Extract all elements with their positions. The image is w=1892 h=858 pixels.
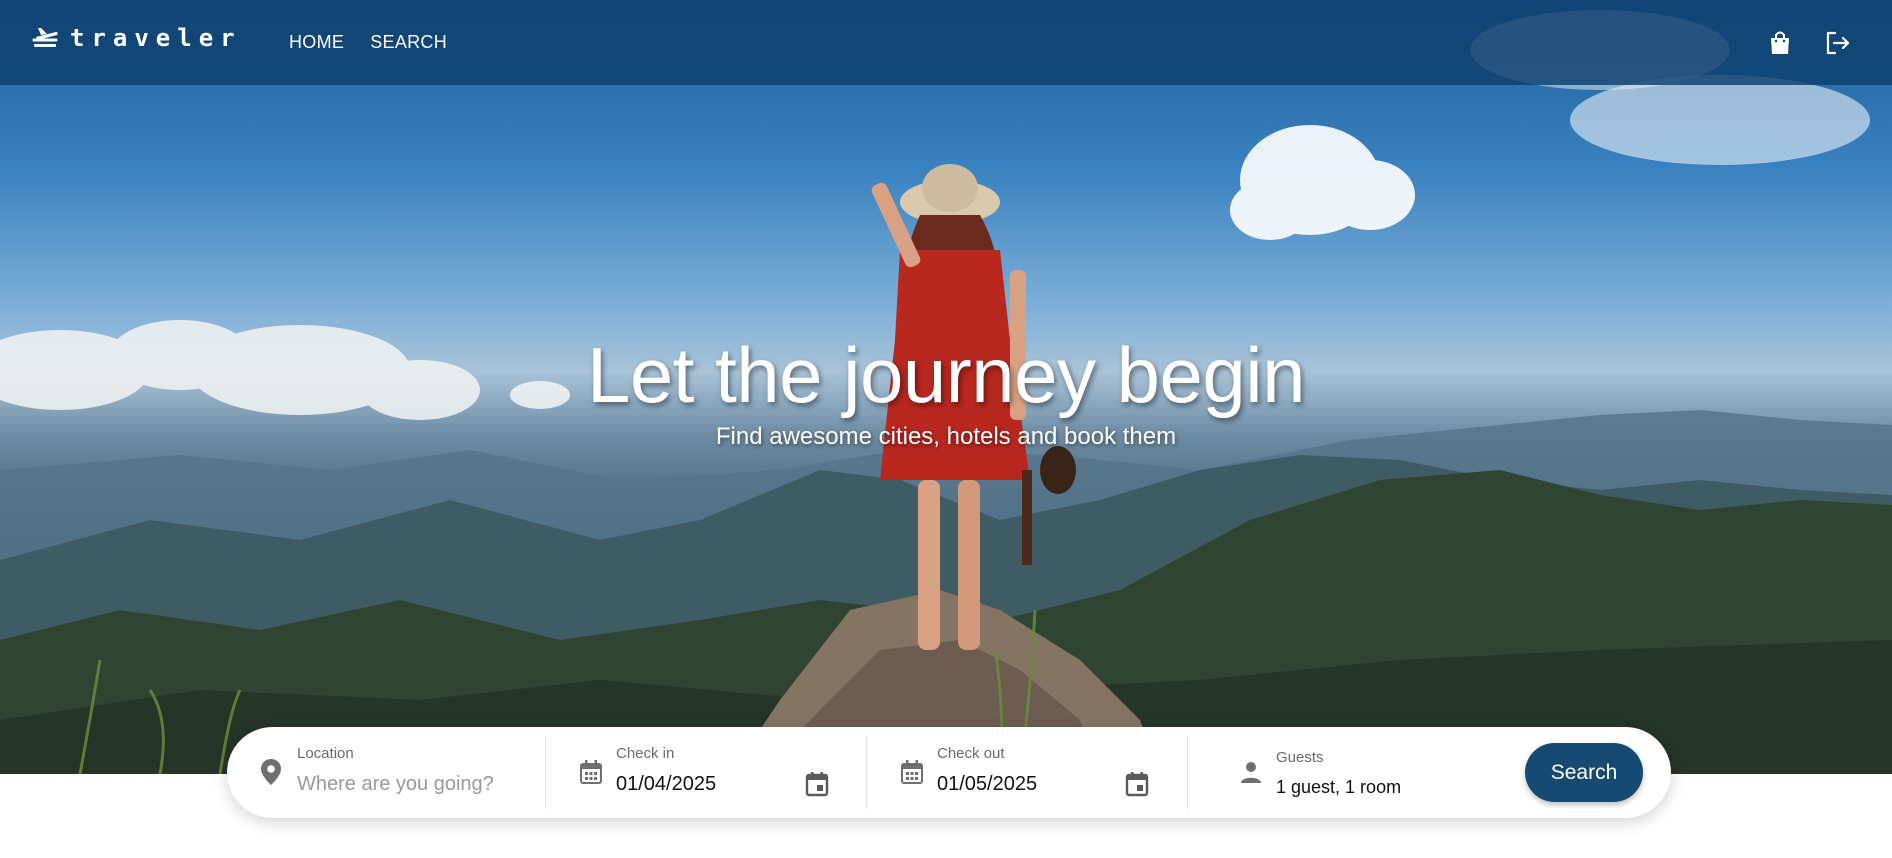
airplane-icon xyxy=(32,28,58,47)
check-out-field[interactable]: Check out 01/05/2025 xyxy=(867,727,1187,818)
location-field[interactable]: Location Where are you going? xyxy=(227,727,545,818)
hero-subtitle: Find awesome cities, hotels and book the… xyxy=(715,423,1177,450)
logout-icon[interactable] xyxy=(1823,28,1853,58)
calendar-icon xyxy=(899,759,925,785)
brand-logo[interactable]: traveler xyxy=(32,24,242,52)
check-in-label: Check in xyxy=(616,745,675,762)
check-out-input[interactable]: 01/05/2025 xyxy=(937,773,1037,796)
top-navbar: traveler HOME SEARCH xyxy=(0,0,1892,85)
calendar-icon xyxy=(578,759,604,785)
main-nav: HOME SEARCH xyxy=(289,32,447,53)
search-bar: Location Where are you going? Check in 0… xyxy=(227,727,1671,818)
guests-label: Guests xyxy=(1276,749,1324,766)
date-picker-icon[interactable] xyxy=(804,771,830,797)
hero-title: Let the journey begin xyxy=(586,331,1306,419)
brand-name: traveler xyxy=(70,24,242,52)
search-button[interactable]: Search xyxy=(1525,743,1643,802)
nav-home-link[interactable]: HOME xyxy=(289,32,344,53)
check-out-label: Check out xyxy=(937,745,1005,762)
location-label: Location xyxy=(297,745,354,762)
location-input[interactable]: Where are you going? xyxy=(297,773,494,796)
check-in-input[interactable]: 01/04/2025 xyxy=(616,773,716,796)
guests-field[interactable]: Guests 1 guest, 1 room xyxy=(1188,727,1508,818)
shopping-bag-icon[interactable] xyxy=(1765,28,1795,58)
nav-search-link[interactable]: SEARCH xyxy=(370,32,447,53)
location-pin-icon xyxy=(259,757,283,787)
check-in-field[interactable]: Check in 01/04/2025 xyxy=(546,727,866,818)
person-icon xyxy=(1238,759,1264,785)
date-picker-icon[interactable] xyxy=(1124,771,1150,797)
guests-input[interactable]: 1 guest, 1 room xyxy=(1276,777,1401,798)
